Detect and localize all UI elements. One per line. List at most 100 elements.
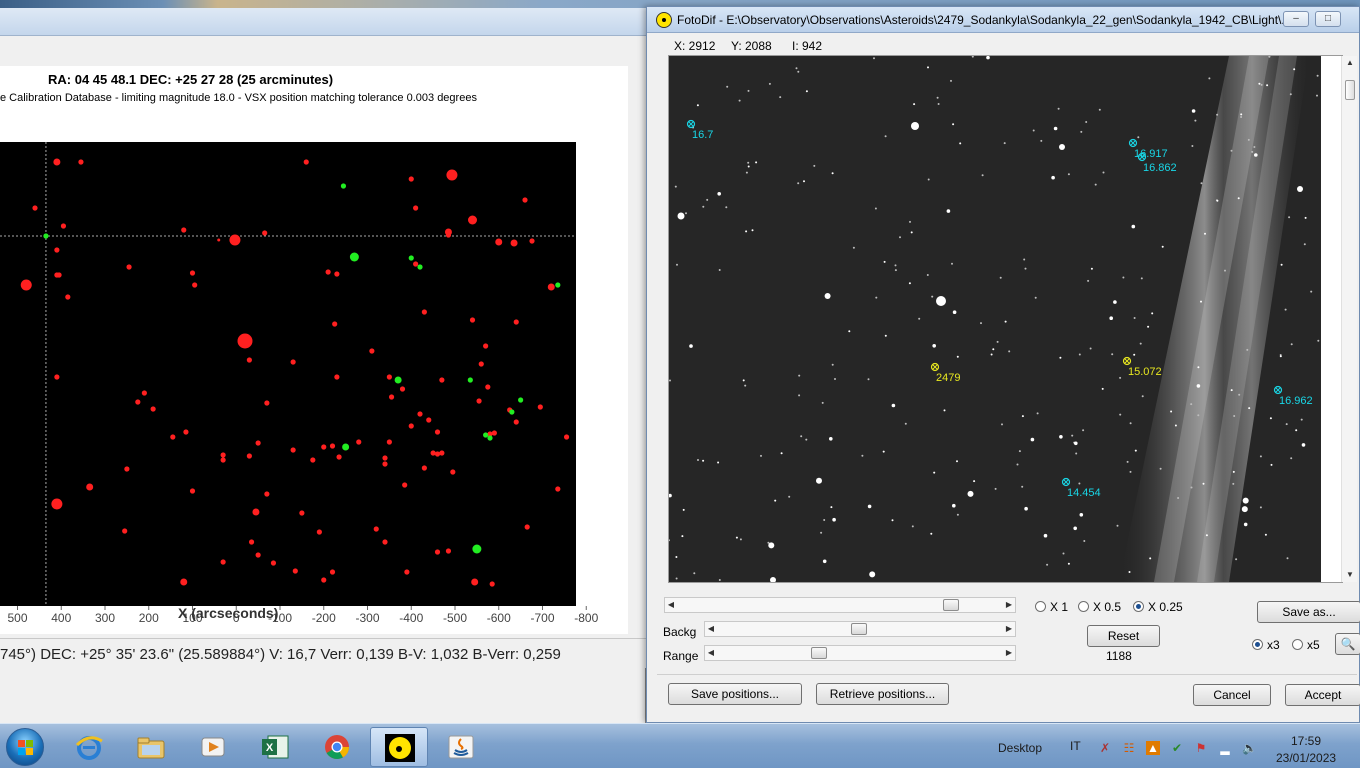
- fotodif-window: FotoDif - E:\Observatory\Observations\As…: [646, 6, 1360, 723]
- reset-button[interactable]: Reset: [1087, 625, 1160, 647]
- taskbar-excel[interactable]: X: [246, 727, 304, 767]
- clock-time[interactable]: 17:59: [1291, 734, 1321, 748]
- volume-icon[interactable]: 🔈: [1242, 741, 1257, 755]
- wifi-icon[interactable]: ☷: [1122, 741, 1136, 755]
- taskbar-media-player[interactable]: [184, 727, 242, 767]
- comparison-star-38: [483, 343, 489, 349]
- save-positions-button[interactable]: Save positions...: [668, 683, 802, 705]
- star-75: [943, 409, 946, 412]
- comparison-star-10: [181, 227, 187, 233]
- backg-left-arrow-icon[interactable]: ◀: [705, 622, 717, 636]
- comparison-star-81: [555, 486, 561, 492]
- zoom-x1-label[interactable]: X 1: [1050, 600, 1068, 614]
- star-246: [1251, 150, 1254, 153]
- scale-x5-radio[interactable]: [1292, 639, 1303, 650]
- image-vertical-scrollbar[interactable]: ▲ ▼: [1341, 56, 1357, 582]
- comparison-star-39: [369, 348, 375, 354]
- network-signal-icon[interactable]: ▂: [1218, 741, 1232, 755]
- java-icon: [448, 735, 474, 759]
- star-44: [702, 459, 705, 462]
- star-249: [861, 454, 864, 457]
- range-right-arrow-icon[interactable]: ▶: [1003, 646, 1015, 660]
- comparison-star-40: [478, 361, 484, 367]
- scroll-down-arrow-icon[interactable]: ▼: [1342, 568, 1358, 582]
- star-118: [1258, 82, 1261, 85]
- star-222: [1122, 276, 1125, 279]
- star-21: [820, 531, 823, 534]
- zoom-x05-radio[interactable]: [1078, 601, 1089, 612]
- fotodif-app-icon: [656, 12, 672, 28]
- star-20: [884, 334, 887, 337]
- star-68: [1293, 68, 1296, 71]
- backg-slider[interactable]: ◀ ▶: [704, 621, 1016, 637]
- save-as-button[interactable]: Save as...: [1257, 601, 1360, 623]
- star-4: [1200, 182, 1203, 185]
- comparison-star-48: [135, 399, 141, 405]
- comparison-star-73: [124, 466, 130, 472]
- comparison-star-8: [468, 215, 477, 225]
- scroll-up-arrow-icon[interactable]: ▲: [1342, 56, 1358, 70]
- scale-x5-label[interactable]: x5: [1307, 638, 1320, 652]
- star-40: [1083, 540, 1086, 542]
- backg-slider-thumb[interactable]: [851, 623, 867, 635]
- star-49: [1290, 457, 1293, 460]
- clock-date[interactable]: 23/01/2023: [1276, 751, 1336, 765]
- zoom-x025-label[interactable]: X 0.25: [1148, 600, 1183, 614]
- fotodif-titlebar[interactable]: FotoDif - E:\Observatory\Observations\As…: [647, 7, 1359, 33]
- range-slider-thumb[interactable]: [811, 647, 827, 659]
- horizontal-scroll-thumb[interactable]: [943, 599, 959, 611]
- accept-button[interactable]: Accept: [1285, 684, 1360, 706]
- star-45: [1133, 317, 1136, 319]
- star-115: [1067, 173, 1070, 176]
- zoom-x025-radio[interactable]: [1133, 601, 1144, 612]
- zoom-x05-label[interactable]: X 0.5: [1093, 600, 1121, 614]
- star-26: [883, 260, 886, 263]
- scroll-left-arrow-icon[interactable]: ◀: [665, 598, 677, 612]
- star-211: [1205, 534, 1208, 537]
- star-63: [685, 212, 687, 215]
- marker-label-0: 16.7: [692, 129, 713, 141]
- range-left-arrow-icon[interactable]: ◀: [705, 646, 717, 660]
- tray-tools-icon[interactable]: ✗: [1098, 741, 1112, 755]
- backg-label: Backg: [663, 625, 697, 639]
- taskbar-file-explorer[interactable]: [122, 727, 180, 767]
- star-51: [927, 178, 930, 181]
- taskbar-internet-explorer[interactable]: [60, 727, 118, 767]
- magnifier-button[interactable]: 🔍: [1335, 633, 1360, 655]
- maximize-button[interactable]: □: [1315, 11, 1341, 27]
- language-indicator[interactable]: IT: [1070, 739, 1081, 753]
- start-button[interactable]: [6, 728, 44, 766]
- chart-window-titlebar[interactable]: [0, 8, 646, 36]
- desktop-toolbar-label[interactable]: Desktop: [998, 741, 1042, 755]
- taskbar-fotodif[interactable]: [370, 727, 428, 767]
- scale-x3-label[interactable]: x3: [1267, 638, 1280, 652]
- star-18: [1003, 142, 1006, 145]
- bright-star-1: [911, 122, 919, 130]
- comparison-star-100: [524, 524, 530, 530]
- tray-app-icon[interactable]: ▲: [1146, 741, 1160, 755]
- action-center-icon[interactable]: ⚑: [1194, 741, 1208, 755]
- scroll-right-arrow-icon[interactable]: ▶: [1003, 598, 1015, 612]
- star-180: [1074, 441, 1078, 446]
- retrieve-positions-button[interactable]: Retrieve positions...: [816, 683, 949, 705]
- comparison-star-51: [388, 394, 395, 400]
- comparison-star-54: [537, 404, 543, 410]
- vertical-scroll-thumb[interactable]: [1345, 80, 1355, 100]
- marker-label-6: 14.454: [1067, 487, 1101, 499]
- scale-x3-radio[interactable]: [1252, 639, 1263, 650]
- minimize-button[interactable]: –: [1283, 11, 1309, 27]
- star-30: [1080, 130, 1083, 133]
- image-horizontal-scrollbar[interactable]: ◀ ▶: [664, 597, 1016, 613]
- zoom-x1-radio[interactable]: [1035, 601, 1046, 612]
- backg-right-arrow-icon[interactable]: ▶: [1003, 622, 1015, 636]
- star-88: [894, 269, 897, 272]
- taskbar-chrome[interactable]: [308, 727, 366, 767]
- taskbar-java[interactable]: [432, 727, 490, 767]
- star-155: [774, 499, 777, 502]
- x-tick-label-2: 300: [95, 611, 115, 625]
- astro-image[interactable]: 16.716.91716.8622479 15.07216.96214.454: [669, 56, 1321, 582]
- tray-security-icon[interactable]: ✔: [1170, 741, 1184, 755]
- cancel-button[interactable]: Cancel: [1193, 684, 1271, 706]
- range-slider[interactable]: ◀ ▶: [704, 645, 1016, 661]
- star-chart-plot[interactable]: 500 400 300 200 100 0 -100 -200 -300 -400 -500 -600…: [0, 66, 628, 634]
